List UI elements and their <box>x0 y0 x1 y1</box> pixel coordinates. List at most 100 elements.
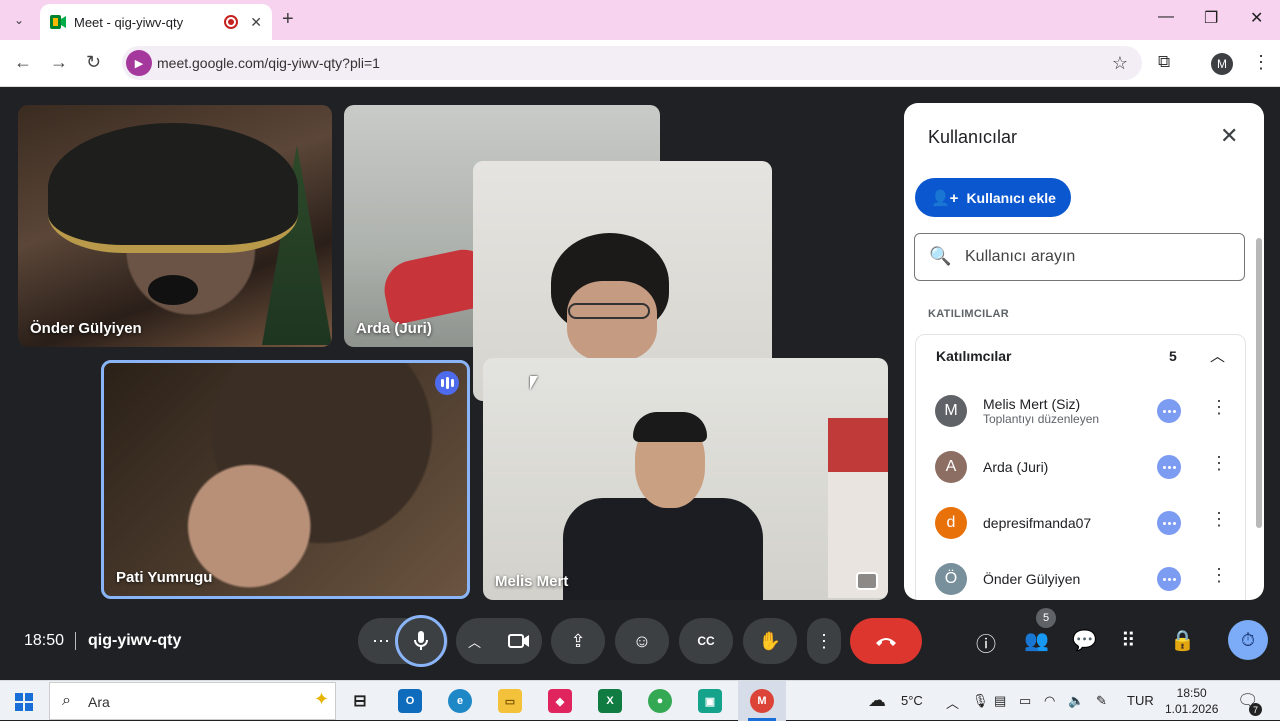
outlook-icon[interactable]: O <box>398 689 422 713</box>
weather-temperature[interactable]: 5°C <box>901 693 923 708</box>
meeting-clock: 18:50 <box>24 632 65 649</box>
divider <box>75 632 76 650</box>
raise-hand-button[interactable]: ✋ <box>743 618 797 664</box>
wifi-icon[interactable]: ◠ <box>1044 693 1055 709</box>
participant-row: M Melis Mert (Siz) Toplantıyı düzenleyen… <box>916 383 1245 439</box>
more-options-icon[interactable]: ⋮ <box>1210 565 1228 586</box>
participant-name: Önder Gülyiyen <box>983 571 1081 587</box>
video-tile-melis[interactable]: Melis Mert <box>483 358 888 600</box>
meeting-controls: 18:50 qig-yiwv-qty ⋯ ︿ ⇪ ☺ CC ✋ ⋮ ⓘ 👥 5 … <box>0 600 1280 680</box>
taskbar-time: 18:50 <box>1176 686 1207 700</box>
chevron-up-icon[interactable]: ︿ <box>1210 345 1225 366</box>
pen-icon[interactable]: ✎ <box>1096 693 1107 709</box>
participants-group-header[interactable]: Katılımcılar 5 ︿ <box>916 335 1245 377</box>
extensions-icon[interactable]: ⧉ <box>1158 52 1170 72</box>
forward-icon[interactable]: → <box>50 52 68 73</box>
back-icon[interactable]: ← <box>14 52 32 73</box>
participant-row: Ö Önder Gülyiyen ⋮ <box>916 551 1245 600</box>
present-screen-button[interactable]: ⇪ <box>551 618 605 664</box>
avatar: Ö <box>935 563 967 595</box>
task-view-icon[interactable]: ⊟ <box>348 689 372 713</box>
chevron-up-icon[interactable]: ︿ <box>468 632 481 651</box>
new-tab-button[interactable]: + <box>282 8 294 31</box>
meeting-details-icon[interactable]: ⓘ <box>976 628 996 657</box>
reload-icon[interactable]: ↻ <box>86 52 101 73</box>
activities-icon[interactable]: ⠿ <box>1121 628 1136 653</box>
participant-name-label: Arda (Juri) <box>356 320 432 337</box>
taskbar-search-placeholder: Ara <box>88 694 110 710</box>
people-search[interactable]: 🔍 <box>914 233 1245 281</box>
section-label: KATILIMCILAR <box>928 308 1009 320</box>
browser-menu-icon[interactable]: ⋮ <box>1252 52 1270 73</box>
tab-search-icon[interactable]: ⌄ <box>6 7 32 33</box>
weather-icon[interactable]: ☁ <box>868 690 886 711</box>
add-people-button[interactable]: 👤+ Kullanıcı ekle <box>915 178 1071 217</box>
host-controls-icon[interactable]: 🔒 <box>1170 628 1195 653</box>
meeting-code: qig-yiwv-qty <box>88 632 182 649</box>
people-icon[interactable]: 👥 <box>1024 628 1049 653</box>
more-options-icon[interactable]: ⋮ <box>1210 509 1228 530</box>
speaking-indicator-icon <box>435 371 459 395</box>
taskbar-clock[interactable]: 18:50 1.01.2026 <box>1165 685 1218 717</box>
video-feed-detail <box>568 303 650 319</box>
emoji-icon: ☺ <box>632 630 652 651</box>
edge-icon[interactable]: e <box>448 689 472 713</box>
people-panel: Kullanıcılar ✕ 👤+ Kullanıcı ekle 🔍 KATIL… <box>904 103 1264 600</box>
taskbar-date: 1.01.2026 <box>1165 702 1219 716</box>
excel-icon[interactable]: X <box>598 689 622 713</box>
participant-role: Toplantıyı düzenleyen <box>983 412 1100 426</box>
search-input[interactable] <box>965 246 1225 268</box>
volume-icon[interactable]: 🔈 <box>1068 693 1084 709</box>
address-bar[interactable]: ▶ meet.google.com/qig-yiwv-qty?pli=1 ☆ <box>122 46 1142 80</box>
microphone-in-use-icon[interactable]: 🎙 <box>972 693 989 709</box>
more-options-button[interactable]: ⋮ <box>807 618 841 664</box>
participant-name-label: Pati Yumrugu <box>116 569 213 586</box>
chat-icon[interactable]: 💬 <box>1072 628 1097 653</box>
battery-icon[interactable]: ▭ <box>1019 693 1031 709</box>
tab-close-icon[interactable]: ✕ <box>250 14 262 31</box>
leave-call-button[interactable] <box>850 618 922 664</box>
panel-title: Kullanıcılar <box>928 127 1018 147</box>
panel-scrollbar[interactable] <box>1256 238 1262 528</box>
notification-count-badge: 7 <box>1249 703 1262 716</box>
language-indicator[interactable]: TUR <box>1127 693 1154 708</box>
close-panel-icon[interactable]: ✕ <box>1220 123 1238 149</box>
copilot-sparkle-icon: ✦ <box>314 689 330 709</box>
more-options-icon[interactable]: ⋮ <box>1210 397 1228 418</box>
site-camera-icon[interactable]: ▶ <box>126 50 152 76</box>
participant-name: Melis Mert (Siz) <box>983 396 1081 412</box>
chrome-icon[interactable]: ● <box>648 689 672 713</box>
video-tile-pati[interactable]: Pati Yumrugu <box>101 360 470 599</box>
camera-icon <box>508 634 529 648</box>
video-background <box>828 418 888 598</box>
video-tile-onder[interactable]: Önder Gülyiyen <box>18 105 332 347</box>
file-explorer-icon[interactable]: ▭ <box>498 689 522 713</box>
hand-icon: ✋ <box>758 630 782 651</box>
captions-button[interactable]: CC <box>679 618 733 664</box>
more-options-icon[interactable]: ⋮ <box>1210 453 1228 474</box>
camera-button[interactable]: ︿ <box>456 618 542 664</box>
reactions-button[interactable]: ☺ <box>615 618 669 664</box>
search-icon: ⌕ <box>62 692 71 709</box>
timer-icon[interactable]: ⏱ <box>1228 620 1268 660</box>
url-text: meet.google.com/qig-yiwv-qty?pli=1 <box>157 55 380 71</box>
bookmark-star-icon[interactable]: ☆ <box>1112 53 1128 74</box>
chrome-profile-icon[interactable]: M <box>750 689 774 713</box>
microphone-button[interactable] <box>395 615 447 667</box>
display-icon[interactable]: ▤ <box>994 693 1006 709</box>
restore-icon[interactable]: ❐ <box>1204 8 1218 28</box>
anydesk-icon[interactable]: ◆ <box>548 689 572 713</box>
participant-name-label: Melis Mert <box>495 573 569 590</box>
app-icon[interactable]: ▣ <box>698 689 722 713</box>
picture-in-picture-icon[interactable] <box>856 572 878 590</box>
video-feed <box>48 123 298 253</box>
profile-avatar[interactable]: M <box>1211 53 1233 75</box>
mouse-cursor <box>530 376 538 390</box>
browser-tab-meet[interactable]: Meet - qig-yiwv-qty ✕ <box>40 4 272 40</box>
windows-start-icon[interactable] <box>15 693 33 711</box>
window-close-icon[interactable]: ✕ <box>1250 8 1263 28</box>
show-hidden-icons-icon[interactable]: ︿ <box>946 693 959 712</box>
minimize-icon[interactable]: — <box>1158 8 1174 26</box>
taskbar-search[interactable]: ⌕ Ara ✦ <box>49 682 336 720</box>
participants-group: Katılımcılar 5 ︿ M Melis Mert (Siz) Topl… <box>915 334 1246 600</box>
